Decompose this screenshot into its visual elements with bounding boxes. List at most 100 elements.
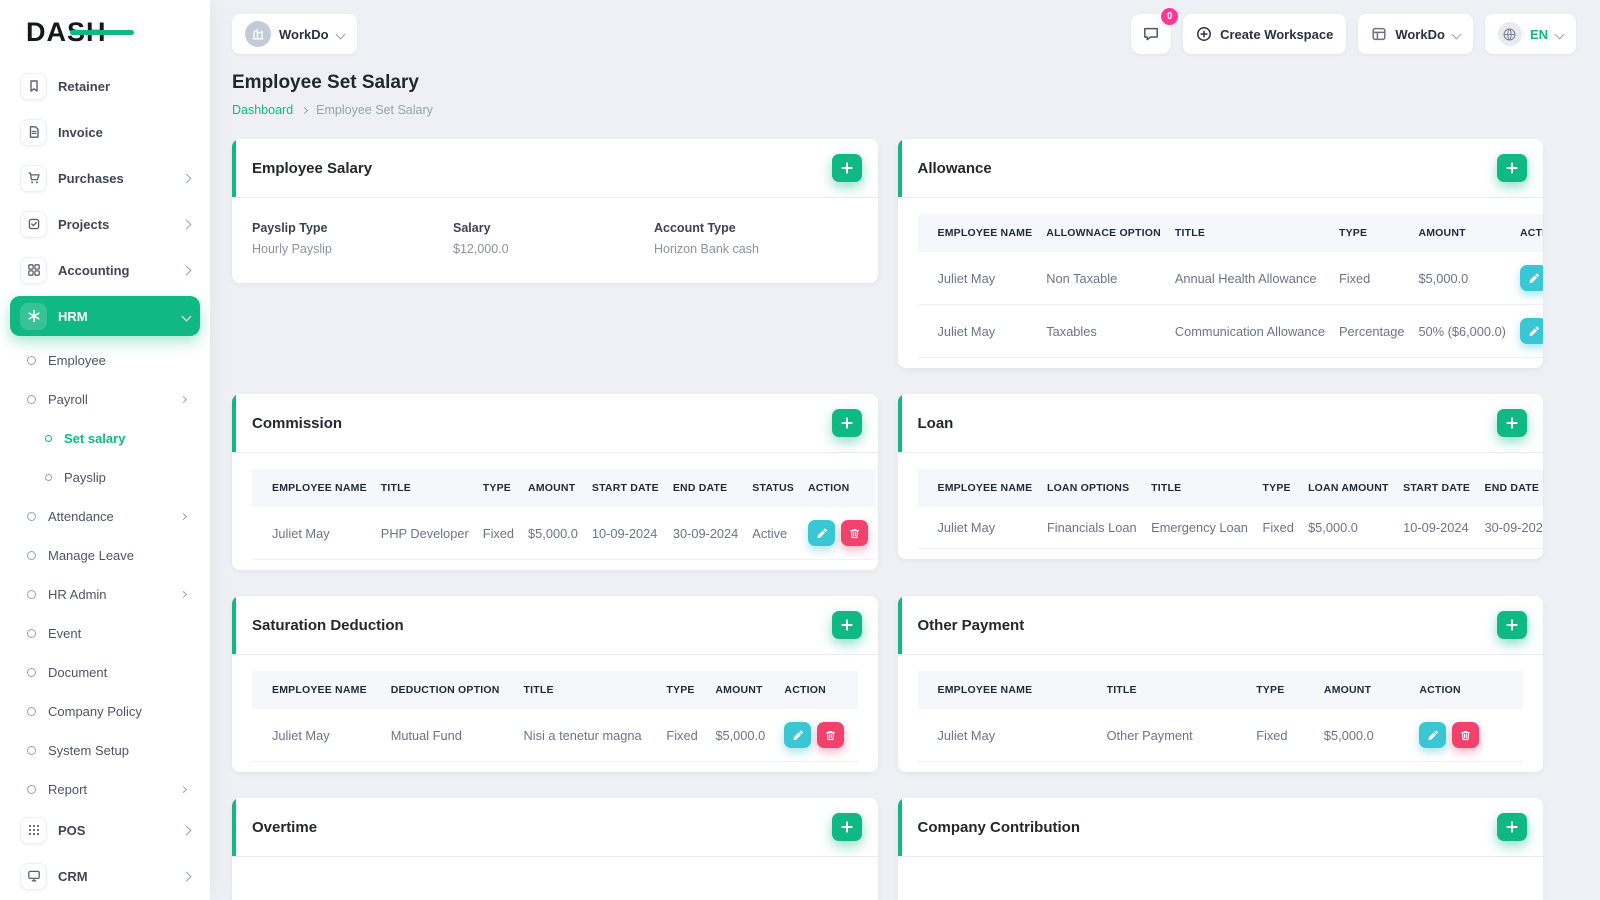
- sidebar-item-purchases[interactable]: Purchases: [10, 158, 200, 198]
- add-employee-salary-button[interactable]: [831, 154, 862, 182]
- topbar-actions: 0 Create Workspace WorkDo EN: [1131, 8, 1576, 54]
- edit-button[interactable]: [807, 520, 835, 546]
- add-other-payment-button[interactable]: [1497, 611, 1527, 639]
- sidebar-item-label: Projects: [58, 216, 110, 232]
- language-selector[interactable]: EN: [1484, 14, 1576, 54]
- circle-icon: [27, 667, 36, 677]
- column-header: ACTION: [784, 684, 826, 696]
- add-overtime-button[interactable]: [831, 813, 862, 841]
- sidebar-item-payslip[interactable]: Payslip: [0, 459, 210, 495]
- table-cell: 30-09-2024: [665, 507, 746, 560]
- field-label: Salary: [453, 221, 491, 235]
- field-value: Horizon Bank cash: [654, 242, 759, 256]
- allowance-card: Allowance EMPLOYEE NAME ALLOWNACE OPTION…: [897, 139, 1543, 368]
- edit-button[interactable]: [1519, 318, 1543, 344]
- workspace-menu-button[interactable]: WorkDo: [1358, 14, 1473, 54]
- column-header: START DATE: [591, 482, 659, 494]
- plus-icon: [1506, 821, 1518, 833]
- sidebar-item-label: Invoice: [58, 124, 103, 140]
- sidebar-item-manage-leave[interactable]: Manage Leave: [0, 537, 210, 573]
- sidebar-item-hrm[interactable]: HRM: [10, 296, 200, 336]
- sidebar-item-attendance[interactable]: Attendance: [0, 498, 210, 534]
- table-row: Juliet May PHP Developer Fixed $5,000.0 …: [252, 507, 875, 560]
- sidebar-item-pos[interactable]: POS: [10, 810, 200, 850]
- circle-icon: [27, 589, 36, 599]
- column-header: AMOUNT: [528, 482, 576, 494]
- sidebar-item-projects[interactable]: Projects: [10, 204, 200, 244]
- sidebar-item-label: Set salary: [64, 430, 126, 446]
- delete-button[interactable]: [840, 520, 868, 546]
- app-root: DASH Retainer Invoice Purchases Projects: [0, 0, 1600, 900]
- sidebar-item-employee[interactable]: Employee: [0, 342, 210, 378]
- add-loan-button[interactable]: [1497, 409, 1527, 437]
- trash-icon: [1461, 730, 1471, 740]
- create-workspace-button[interactable]: Create Workspace: [1183, 14, 1347, 54]
- sidebar-item-set-salary[interactable]: Set salary: [0, 420, 210, 456]
- table-header-row: EMPLOYEE NAME DEDUCTION OPTION TITLE TYP…: [252, 671, 858, 709]
- sidebar-item-event[interactable]: Event: [0, 615, 210, 651]
- sidebar-item-invoice[interactable]: Invoice: [10, 112, 200, 152]
- card-body: [232, 857, 878, 900]
- payslip-type-field: Payslip Type Hourly Payslip: [252, 221, 453, 256]
- field-value: $12,000.0: [453, 242, 509, 256]
- overtime-card: Overtime: [232, 798, 878, 900]
- card-header: Employee Salary: [232, 139, 878, 198]
- plus-icon: [1506, 162, 1518, 174]
- sidebar-item-report[interactable]: Report: [0, 771, 210, 807]
- sidebar-item-company-policy[interactable]: Company Policy: [0, 693, 210, 729]
- circle-icon: [27, 784, 36, 794]
- plus-icon: [840, 417, 853, 429]
- delete-button[interactable]: [817, 722, 845, 748]
- app-logo[interactable]: DASH: [0, 0, 210, 64]
- action-cell: [800, 507, 875, 560]
- sidebar-item-accounting[interactable]: Accounting: [10, 250, 200, 290]
- breadcrumb-dashboard-link[interactable]: Dashboard: [232, 103, 293, 117]
- sidebar-item-hr-admin[interactable]: HR Admin: [0, 576, 210, 612]
- sidebar-item-label: Attendance: [48, 508, 114, 524]
- column-header: EMPLOYEE NAME: [272, 482, 367, 494]
- plus-icon: [840, 821, 853, 833]
- add-company-contribution-button[interactable]: [1497, 813, 1527, 841]
- chevron-right-icon: [179, 512, 188, 520]
- saturation-deduction-table: EMPLOYEE NAME DEDUCTION OPTION TITLE TYP…: [252, 671, 858, 762]
- chevron-right-icon: [301, 106, 309, 114]
- sidebar-item-document[interactable]: Document: [0, 654, 210, 690]
- page-content: Employee Set Salary Dashboard Employee S…: [210, 58, 1600, 900]
- table-wrap: EMPLOYEE NAME TITLE TYPE AMOUNT ACTION J…: [898, 655, 1544, 772]
- card-title: Saturation Deduction: [252, 616, 404, 634]
- add-commission-button[interactable]: [831, 409, 862, 437]
- column-header: ALLOWNACE OPTION: [1046, 227, 1161, 239]
- edit-button[interactable]: [1419, 722, 1447, 748]
- sidebar-item-crm[interactable]: CRM: [10, 856, 200, 896]
- employee-name-cell: Juliet May: [917, 507, 1040, 549]
- table-cell: Percentage: [1331, 304, 1412, 358]
- grid-icon: [20, 256, 47, 284]
- employee-name-cell: Juliet May: [917, 252, 1040, 305]
- allowance-table: EMPLOYEE NAME ALLOWNACE OPTION TITLE TYP…: [917, 214, 1543, 358]
- globe-icon: [1497, 22, 1522, 46]
- edit-button[interactable]: [1519, 265, 1543, 291]
- salary-fields: Payslip Type Hourly Payslip Salary $12,0…: [232, 198, 878, 283]
- add-saturation-deduction-button[interactable]: [831, 611, 862, 639]
- column-header: TYPE: [666, 684, 695, 696]
- delete-button[interactable]: [1452, 722, 1480, 748]
- invoice-icon: [20, 118, 47, 146]
- table-header-row: EMPLOYEE NAME TITLE TYPE AMOUNT ACTION: [917, 671, 1523, 709]
- messages-badge: 0: [1161, 8, 1179, 25]
- add-allowance-button[interactable]: [1497, 154, 1527, 182]
- circle-icon: [27, 706, 36, 716]
- sidebar-item-label: Report: [48, 781, 88, 797]
- sidebar-item-payroll[interactable]: Payroll: [0, 381, 210, 417]
- edit-button[interactable]: [784, 722, 812, 748]
- workspace-selector[interactable]: WorkDo: [232, 14, 357, 54]
- circle-icon: [27, 394, 36, 404]
- card-title: Commission: [252, 414, 343, 432]
- messages-button[interactable]: 0: [1131, 8, 1179, 54]
- company-contribution-card: Company Contribution: [897, 798, 1543, 900]
- chevron-down-icon: [335, 29, 346, 39]
- table-cell: Financials Loan: [1039, 507, 1145, 549]
- sidebar-item-label: Retainer: [58, 78, 111, 94]
- sidebar-item-system-setup[interactable]: System Setup: [0, 732, 210, 768]
- sidebar-item-retainer[interactable]: Retainer: [10, 66, 200, 106]
- card-title: Overtime: [252, 818, 318, 836]
